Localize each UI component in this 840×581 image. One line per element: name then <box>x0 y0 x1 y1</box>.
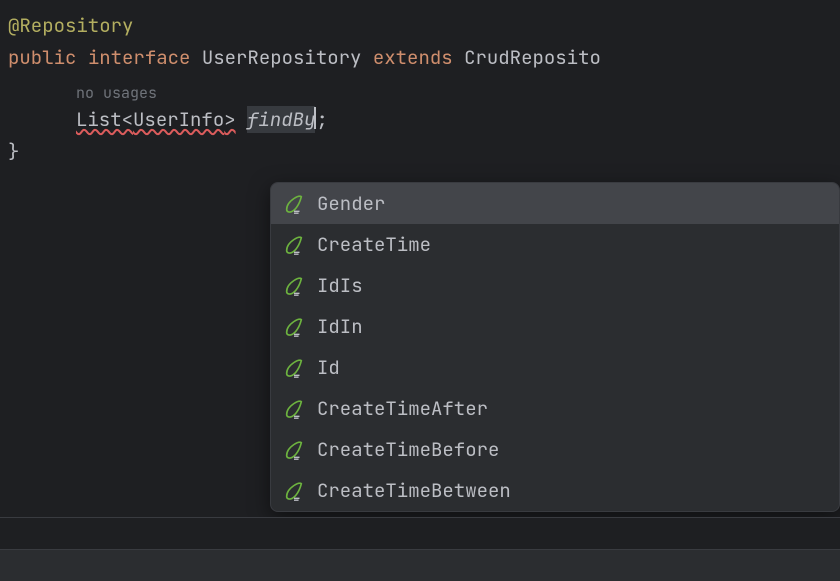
usage-hint[interactable]: no usages <box>8 83 832 104</box>
completion-item-id[interactable]: Id <box>271 347 839 388</box>
completion-item-idin[interactable]: IdIn <box>271 306 839 347</box>
completion-item-createtimeafter[interactable]: CreateTimeAfter <box>271 388 839 429</box>
annotation-text: @Repository <box>8 13 133 38</box>
bottom-panel <box>0 517 840 581</box>
method-line: List<UserInfo> findBy; <box>8 104 832 136</box>
completion-item-createtimebefore[interactable]: CreateTimeBefore <box>271 429 839 470</box>
class-name: UserRepository <box>202 45 362 70</box>
spring-leaf-icon <box>283 357 305 379</box>
keyword-public: public <box>8 45 76 70</box>
code-editor[interactable]: @Repository public interface UserReposit… <box>0 0 840 178</box>
text-cursor <box>314 107 316 129</box>
method-name-input[interactable]: findBy <box>247 106 315 133</box>
completion-label: Id <box>317 355 340 380</box>
spring-leaf-icon <box>283 275 305 297</box>
semicolon: ; <box>316 107 327 132</box>
keyword-extends: extends <box>373 45 453 70</box>
closing-brace: } <box>8 136 832 168</box>
code-completion-popup[interactable]: Gender CreateTime IdIs IdIn Id CreateTim… <box>270 182 840 512</box>
generic-type: UserInfo <box>133 107 224 132</box>
return-type-list: List< <box>76 107 133 132</box>
completion-label: CreateTimeBetween <box>317 478 511 503</box>
parent-class: CrudReposito <box>464 45 601 70</box>
completion-label: CreateTimeAfter <box>317 396 488 421</box>
spring-leaf-icon <box>283 234 305 256</box>
return-type-close: > <box>224 107 235 132</box>
spring-leaf-icon <box>283 398 305 420</box>
declaration-line: public interface UserRepository extends … <box>8 42 832 74</box>
completion-label: CreateTimeBefore <box>317 437 499 462</box>
spring-leaf-icon <box>283 193 305 215</box>
annotation-line: @Repository <box>8 10 832 42</box>
spring-leaf-icon <box>283 439 305 461</box>
completion-item-createtime[interactable]: CreateTime <box>271 224 839 265</box>
status-bar-1[interactable] <box>0 517 840 549</box>
status-bar-2[interactable] <box>0 549 840 581</box>
completion-item-idis[interactable]: IdIs <box>271 265 839 306</box>
completion-item-createtimebetween[interactable]: CreateTimeBetween <box>271 470 839 511</box>
keyword-interface: interface <box>88 45 191 70</box>
completion-label: IdIs <box>317 273 363 298</box>
completion-label: CreateTime <box>317 232 431 257</box>
completion-label: Gender <box>317 191 385 216</box>
completion-item-gender[interactable]: Gender <box>271 183 839 224</box>
spring-leaf-icon <box>283 316 305 338</box>
completion-label: IdIn <box>317 314 363 339</box>
spring-leaf-icon <box>283 480 305 502</box>
